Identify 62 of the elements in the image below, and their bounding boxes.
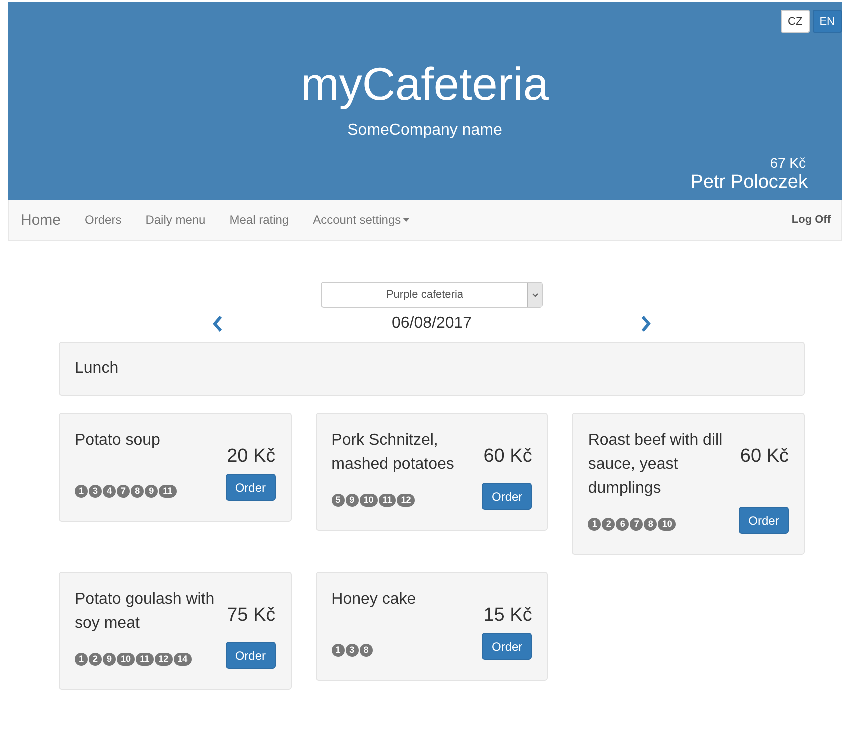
allergen-badge: 11	[378, 494, 396, 507]
allergen-badge: 12	[397, 494, 416, 507]
nav-link[interactable]: Meal rating	[230, 213, 290, 227]
allergen-badge: 14	[174, 653, 192, 666]
allergen-badge: 11	[136, 653, 154, 666]
user-name: Petr Poloczek	[690, 172, 808, 194]
meal-price: 75 Kč	[226, 605, 276, 628]
allergen-badge: 3	[346, 644, 359, 657]
allergen-badge: 2	[89, 653, 102, 666]
order-button[interactable]: Order	[226, 642, 276, 669]
chevron-down-icon	[532, 292, 538, 298]
allergen-badge: 9	[103, 653, 116, 666]
allergen-badge: 1	[75, 485, 88, 498]
nav-link[interactable]: Daily menu	[146, 213, 206, 227]
meal-name: Potato goulash with soy meat	[75, 590, 215, 634]
order-button[interactable]: Order	[226, 474, 276, 501]
home-link[interactable]: Home	[21, 212, 62, 228]
allergen-badge: 8	[360, 644, 373, 657]
allergen-badge: 7	[630, 518, 644, 531]
meal-price: 60 Kč	[739, 446, 789, 469]
meal-price: 20 Kč	[226, 446, 276, 468]
language-button[interactable]: EN	[812, 10, 842, 33]
allergen-badge: 1	[75, 653, 88, 666]
allergen-badge: 4	[103, 485, 116, 498]
section-heading: Lunch	[75, 360, 119, 378]
next-day-button[interactable]	[639, 315, 653, 333]
allergen-badge: 2	[602, 518, 616, 531]
meal-name: Pork Schnitzel, mashed potatoes	[332, 431, 456, 475]
nav-link[interactable]: Account settings	[313, 213, 410, 227]
account-balance: 67 Kč	[769, 154, 806, 172]
allergen-badge: 1	[332, 644, 345, 657]
allergen-badge: 1	[588, 518, 602, 531]
order-button[interactable]: Order	[482, 483, 532, 510]
allergen-badge: 12	[154, 653, 173, 666]
allergen-badge: 6	[616, 518, 630, 531]
allergen-badge: 7	[117, 485, 130, 498]
allergen-badge: 8	[131, 485, 144, 498]
allergen-badge: 5	[332, 494, 345, 507]
site-title: myCafeteria	[300, 58, 550, 110]
allergen-badge: 10	[658, 518, 676, 531]
meal-name: Roast beef with dill sauce, yeast dumplings	[588, 431, 724, 499]
allergen-badge: 8	[644, 518, 658, 531]
cafeteria-select[interactable]: Purple cafeteria	[321, 282, 543, 308]
selected-date: 06/08/2017	[390, 315, 474, 333]
nav-link[interactable]: Orders	[85, 213, 122, 227]
log-off-link[interactable]: Log Off	[792, 214, 831, 226]
allergen-badge: 9	[346, 494, 359, 507]
meal-name: Honey cake	[332, 590, 418, 610]
previous-day-button[interactable]	[211, 315, 225, 333]
meal-price: 60 Kč	[482, 446, 532, 469]
allergen-badge: 10	[360, 494, 378, 507]
order-button[interactable]: Order	[482, 633, 532, 660]
allergen-badge: 11	[159, 485, 177, 498]
language-button[interactable]: CZ	[781, 10, 810, 33]
allergen-badge: 9	[145, 485, 158, 498]
allergen-badge: 10	[117, 653, 136, 666]
meal-price: 15 Kč	[482, 605, 532, 627]
allergen-badge: 3	[89, 485, 102, 498]
caret-icon	[403, 218, 410, 222]
meal-name: Potato soup	[75, 431, 162, 451]
order-button[interactable]: Order	[739, 507, 789, 534]
company-name: SomeCompany name	[348, 122, 502, 140]
